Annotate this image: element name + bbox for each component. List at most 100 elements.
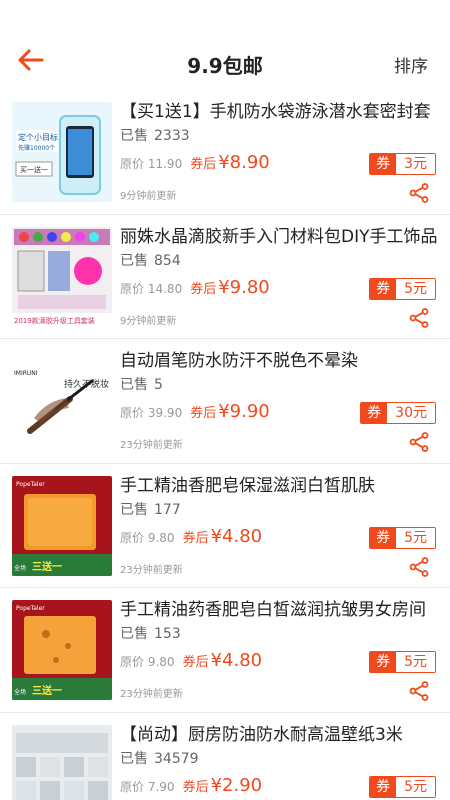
coupon-value: 3元	[396, 154, 435, 174]
coupon-badge[interactable]: 券 5元	[369, 526, 436, 549]
coupon-badge[interactable]: 券 30元	[360, 402, 436, 424]
thumb-text: PopeTaler	[16, 481, 45, 488]
thumb-text: 买一送一	[20, 165, 48, 174]
original-price-label: 原价	[120, 530, 145, 545]
sold-label: 已售	[120, 377, 148, 393]
thumb-text: 三送一	[32, 684, 62, 697]
coupon-value: 5元	[396, 652, 435, 672]
update-time: 23分钟前更新	[120, 689, 183, 700]
original-price-label: 原价	[120, 157, 145, 171]
product-list: 定个小目标 先赚10000个 买一送一 【买1送1】手机防水袋游泳潜水套密封套 …	[0, 90, 450, 800]
original-price: 原价 7.90	[120, 778, 175, 795]
product-item[interactable]: 【尚动】厨房防油防水耐高温壁纸3米 已售 34579 原价 7.90 券后 ¥2.…	[0, 713, 450, 800]
product-image[interactable]	[12, 724, 112, 800]
product-title: 自动眉笔防水防汗不脱色不晕染	[120, 351, 358, 371]
share-icon[interactable]	[408, 680, 430, 702]
coupon-label: 券	[361, 403, 388, 423]
original-price-label: 原价	[120, 779, 145, 794]
thumb-text: 2019款滴胶升级工具套装	[14, 316, 95, 325]
coupon-label: 券	[370, 527, 397, 548]
after-coupon-label: 券后	[190, 157, 217, 172]
sold-count: 已售 2333	[120, 126, 190, 146]
final-price: ¥9.80	[218, 276, 270, 298]
sort-button[interactable]: 排序	[394, 52, 428, 77]
coupon-badge[interactable]: 券 5元	[369, 651, 436, 673]
page-title: 9.9包邮	[187, 54, 263, 78]
thumb-text: 定个小目标	[18, 132, 58, 142]
coupon-value: 30元	[387, 403, 435, 423]
original-price-label: 原价	[120, 655, 145, 669]
sold-count: 已售 177	[120, 500, 181, 520]
product-image[interactable]: PopeTaler 三送一 全场	[12, 475, 112, 576]
product-image[interactable]: IMIRUNI 持久不脱妆	[12, 351, 112, 451]
product-title: 手工精油药香肥皂白皙滋润抗皱男女房间	[120, 600, 426, 620]
after-coupon-label: 券后	[182, 655, 209, 670]
price-row: 原价 9.80 券后 ¥4.80	[120, 650, 262, 674]
product-title: 【买1送1】手机防水袋游泳潜水套密封套	[120, 102, 431, 122]
sold-label: 已售	[120, 626, 148, 642]
price-row: 原价 9.80 券后 ¥4.80	[120, 526, 262, 550]
coupon-value: 5元	[396, 527, 435, 548]
original-price: 原价 9.80	[120, 529, 175, 546]
thumb-text: 先赚10000个	[18, 144, 55, 152]
sold-value: 854	[154, 252, 181, 269]
original-price-value: 9.80	[147, 655, 175, 669]
product-item[interactable]: PopeTaler 三送一 全场 手工精油药香肥皂白皙滋润抗皱男女房间 已售 15…	[0, 588, 450, 713]
original-price-value: 7.90	[147, 779, 175, 794]
original-price: 原价 39.90	[120, 404, 182, 421]
update-time: 9分钟前更新	[120, 315, 177, 327]
final-price: ¥8.90	[218, 152, 270, 173]
product-item[interactable]: 定个小目标 先赚10000个 买一送一 【买1送1】手机防水袋游泳潜水套密封套 …	[0, 90, 450, 215]
after-coupon-label: 券后	[190, 281, 217, 297]
share-icon[interactable]	[408, 431, 430, 453]
thumb-text: PopeTaler	[16, 605, 45, 612]
original-price: 原价 11.90	[120, 155, 182, 172]
update-time: 9分钟前更新	[120, 191, 177, 202]
share-icon[interactable]	[408, 556, 430, 578]
price-row: 原价 39.90 券后 ¥9.90	[120, 401, 270, 425]
top-bar: 9.9包邮 排序	[0, 0, 450, 90]
product-image[interactable]: 2019款滴胶升级工具套装	[12, 226, 112, 327]
after-coupon-label: 券后	[182, 530, 209, 546]
coupon-label: 券	[370, 154, 397, 174]
product-image[interactable]: PopeTaler 三送一 全场	[12, 600, 112, 700]
product-title: 【尚动】厨房防油防水耐高温壁纸3米	[120, 724, 403, 745]
thumb-text: 全场	[14, 564, 26, 572]
final-price: ¥9.90	[218, 401, 270, 422]
coupon-value: 5元	[396, 776, 435, 797]
coupon-value: 5元	[396, 278, 435, 299]
product-item[interactable]: IMIRUNI 持久不脱妆 自动眉笔防水防汗不脱色不晕染 已售 5 原价 39.9…	[0, 339, 450, 464]
coupon-label: 券	[370, 776, 397, 797]
after-coupon-label: 券后	[182, 779, 209, 795]
sold-value: 34579	[154, 750, 199, 767]
final-price: ¥4.80	[210, 525, 263, 547]
price-row: 原价 7.90 券后 ¥2.90	[120, 775, 262, 799]
coupon-badge[interactable]: 券 5元	[369, 775, 436, 798]
product-image[interactable]: 定个小目标 先赚10000个 买一送一	[12, 102, 112, 202]
sold-count: 已售 854	[120, 251, 181, 271]
sold-count: 已售 5	[120, 375, 163, 395]
original-price-label: 原价	[120, 281, 145, 296]
product-item[interactable]: PopeTaler 三送一 全场 手工精油香肥皂保湿滋润白皙肌肤 已售 177 原…	[0, 464, 450, 588]
original-price: 原价 14.80	[120, 280, 182, 297]
product-item[interactable]: 2019款滴胶升级工具套装 丽姝水晶滴胶新手入门材料包DIY手工饰品 已售 854…	[0, 215, 450, 339]
sold-value: 153	[154, 626, 181, 642]
thumb-text: 三送一	[32, 560, 62, 573]
sold-count: 已售 153	[120, 624, 181, 644]
sold-value: 5	[154, 377, 163, 393]
coupon-badge[interactable]: 券 3元	[369, 153, 436, 175]
coupon-badge[interactable]: 券 5元	[369, 277, 436, 300]
product-title: 丽姝水晶滴胶新手入门材料包DIY手工饰品	[120, 226, 438, 247]
share-icon[interactable]	[408, 307, 430, 329]
sold-value: 177	[154, 501, 181, 518]
price-row: 原价 14.80 券后 ¥9.80	[120, 277, 270, 301]
original-price-value: 9.80	[147, 530, 175, 545]
sold-value: 2333	[154, 128, 190, 144]
original-price: 原价 9.80	[120, 653, 175, 670]
update-time: 23分钟前更新	[120, 564, 183, 576]
original-price-value: 11.90	[147, 157, 183, 171]
sold-count: 已售 34579	[120, 749, 199, 769]
product-title: 手工精油香肥皂保湿滋润白皙肌肤	[120, 475, 375, 496]
sold-label: 已售	[120, 252, 148, 269]
share-icon[interactable]	[408, 182, 430, 204]
